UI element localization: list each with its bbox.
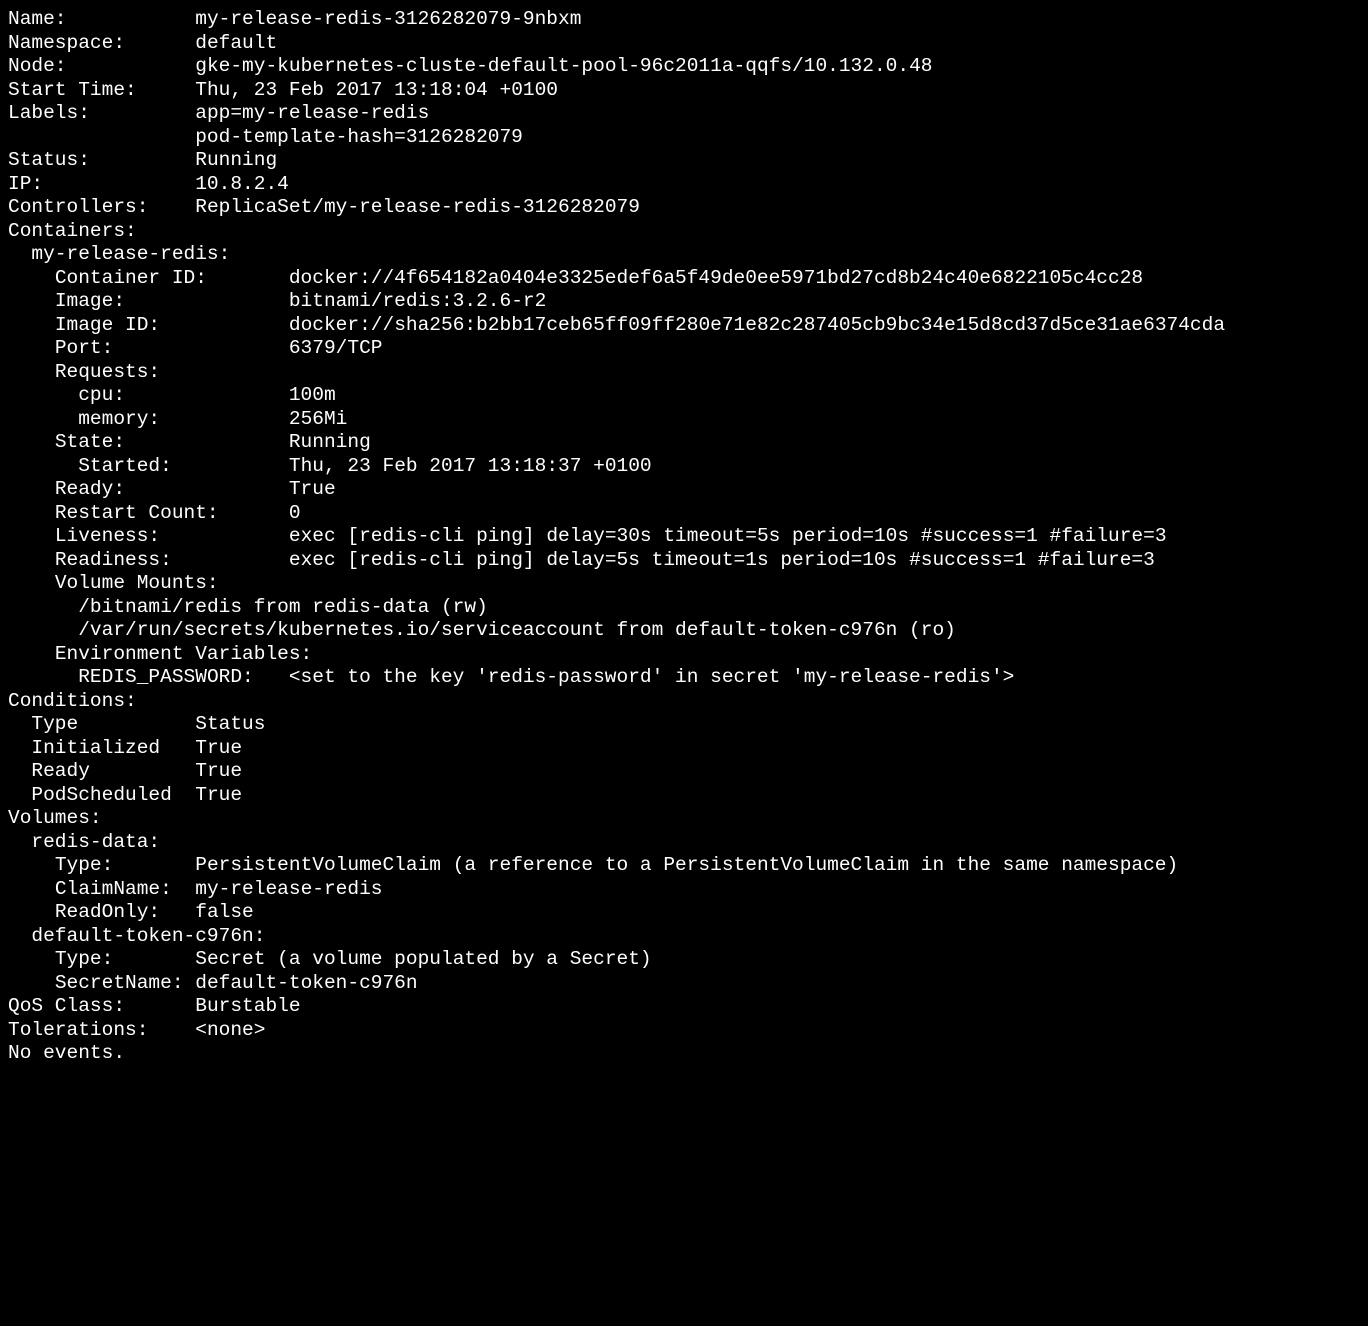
- pod-ip-label: IP:: [8, 173, 43, 195]
- vol-redisdata-type: PersistentVolumeClaim (a reference to a …: [195, 854, 1178, 876]
- container-mount-1: /var/run/secrets/kubernetes.io/serviceac…: [78, 619, 956, 641]
- vol-redisdata-claim-label: ClaimName:: [55, 878, 172, 900]
- pod-containers-label: Containers:: [8, 220, 137, 242]
- conditions-label: Conditions:: [8, 690, 137, 712]
- tolerations-label: Tolerations:: [8, 1019, 148, 1041]
- pod-controllers-label: Controllers:: [8, 196, 148, 218]
- container-liveness: exec [redis-cli ping] delay=30s timeout=…: [289, 525, 1167, 547]
- container-id: docker://4f654182a0404e3325edef6a5f49de0…: [289, 267, 1143, 289]
- pod-namespace-label: Namespace:: [8, 32, 125, 54]
- condition-1-status: True: [195, 760, 242, 782]
- container-memory-label: memory:: [78, 408, 160, 430]
- pod-status-label: Status:: [8, 149, 90, 171]
- container-requests-label: Requests:: [55, 361, 160, 383]
- vol-redisdata-claim: my-release-redis: [195, 878, 382, 900]
- pod-labels-label: Labels:: [8, 102, 90, 124]
- vol-redisdata-type-label: Type:: [55, 854, 114, 876]
- container-image-label: Image:: [55, 290, 125, 312]
- container-readiness-label: Readiness:: [55, 549, 172, 571]
- pod-starttime-label: Start Time:: [8, 79, 137, 101]
- vol-redisdata-ro: false: [195, 901, 254, 923]
- container-mounts-label: Volume Mounts:: [55, 572, 219, 594]
- pod-controllers: ReplicaSet/my-release-redis-3126282079: [195, 196, 640, 218]
- pod-node: gke-my-kubernetes-cluste-default-pool-96…: [195, 55, 932, 77]
- pod-name: my-release-redis-3126282079-9nbxm: [195, 8, 581, 30]
- pod-label-1: pod-template-hash=3126282079: [195, 126, 523, 148]
- pod-ip: 10.8.2.4: [195, 173, 289, 195]
- vol-token-type: Secret (a volume populated by a Secret): [195, 948, 651, 970]
- vol-token-name: default-token-c976n:: [31, 925, 265, 947]
- container-memory: 256Mi: [289, 408, 348, 430]
- volumes-label: Volumes:: [8, 807, 102, 829]
- no-events: No events.: [8, 1042, 125, 1064]
- conditions-header-type: Type: [31, 713, 78, 735]
- vol-token-secret: default-token-c976n: [195, 972, 417, 994]
- pod-name-label: Name:: [8, 8, 67, 30]
- container-cpu-label: cpu:: [78, 384, 125, 406]
- terminal-output: Name: my-release-redis-3126282079-9nbxm …: [0, 0, 1368, 1074]
- condition-2-type: PodScheduled: [31, 784, 171, 806]
- container-readiness: exec [redis-cli ping] delay=5s timeout=1…: [289, 549, 1155, 571]
- conditions-header-status: Status: [195, 713, 265, 735]
- vol-token-secret-label: SecretName:: [55, 972, 184, 994]
- qos-label: QoS Class:: [8, 995, 125, 1017]
- container-ready: True: [289, 478, 336, 500]
- env-redis-password: <set to the key 'redis-password' in secr…: [289, 666, 1015, 688]
- container-imageid: docker://sha256:b2bb17ceb65ff09ff280e71e…: [289, 314, 1225, 336]
- condition-1-type: Ready: [31, 760, 90, 782]
- condition-0-status: True: [195, 737, 242, 759]
- pod-node-label: Node:: [8, 55, 67, 77]
- container-started-label: Started:: [78, 455, 172, 477]
- container-image: bitnami/redis:3.2.6-r2: [289, 290, 546, 312]
- pod-starttime: Thu, 23 Feb 2017 13:18:04 +0100: [195, 79, 558, 101]
- container-restart-label: Restart Count:: [55, 502, 219, 524]
- container-restart: 0: [289, 502, 301, 524]
- container-imageid-label: Image ID:: [55, 314, 160, 336]
- vol-redisdata-name: redis-data:: [31, 831, 160, 853]
- container-cpu: 100m: [289, 384, 336, 406]
- container-id-label: Container ID:: [55, 267, 207, 289]
- vol-redisdata-ro-label: ReadOnly:: [55, 901, 160, 923]
- container-mount-0: /bitnami/redis from redis-data (rw): [78, 596, 488, 618]
- container-started: Thu, 23 Feb 2017 13:18:37 +0100: [289, 455, 652, 477]
- qos-value: Burstable: [195, 995, 300, 1017]
- pod-label-0: app=my-release-redis: [195, 102, 429, 124]
- tolerations-value: <none>: [195, 1019, 265, 1041]
- container-state-label: State:: [55, 431, 125, 453]
- container-name: my-release-redis:: [31, 243, 230, 265]
- container-port-label: Port:: [55, 337, 114, 359]
- vol-token-type-label: Type:: [55, 948, 114, 970]
- container-env-label: Environment Variables:: [55, 643, 312, 665]
- condition-0-type: Initialized: [31, 737, 160, 759]
- env-redis-password-label: REDIS_PASSWORD:: [78, 666, 254, 688]
- container-port: 6379/TCP: [289, 337, 383, 359]
- container-liveness-label: Liveness:: [55, 525, 160, 547]
- container-state: Running: [289, 431, 371, 453]
- pod-status: Running: [195, 149, 277, 171]
- pod-namespace: default: [195, 32, 277, 54]
- container-ready-label: Ready:: [55, 478, 125, 500]
- condition-2-status: True: [195, 784, 242, 806]
